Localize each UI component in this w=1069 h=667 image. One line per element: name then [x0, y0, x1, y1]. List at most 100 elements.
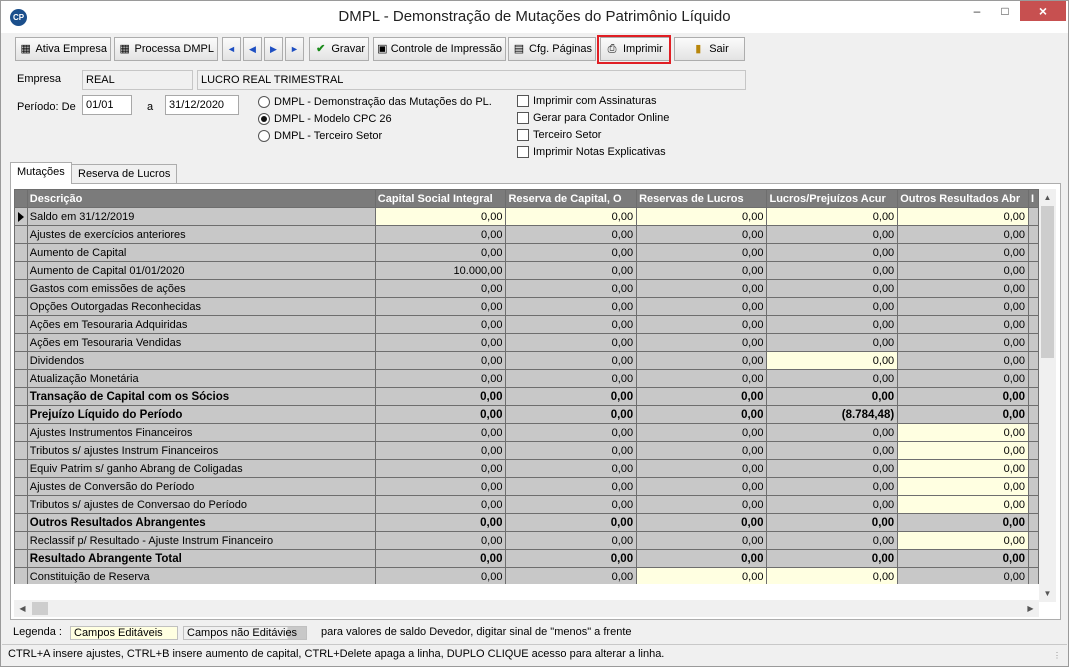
cell-reserva-capital[interactable]: 0,00: [505, 513, 638, 532]
scroll-left-icon[interactable]: ◀: [14, 600, 31, 617]
imprimir-assinaturas-checkbox[interactable]: Imprimir com Assinaturas: [517, 95, 656, 107]
cell-descricao[interactable]: Reclassif p/ Resultado - Ajuste Instrum …: [26, 531, 376, 550]
horizontal-scroll-thumb[interactable]: [32, 602, 48, 615]
cell-reserva-capital[interactable]: 0,00: [505, 567, 638, 584]
cell-lucros-prejuizos[interactable]: 0,00: [766, 351, 899, 370]
cell-reserva-capital[interactable]: 0,00: [505, 297, 638, 316]
row-indicator[interactable]: [14, 297, 28, 316]
cell-outros-resultados[interactable]: 0,00: [897, 531, 1029, 550]
row-indicator[interactable]: [14, 549, 28, 568]
cell-lucros-prejuizos[interactable]: 0,00: [766, 531, 899, 550]
cell-lucros-prejuizos[interactable]: 0,00: [766, 243, 899, 262]
scroll-down-icon[interactable]: ▼: [1039, 585, 1056, 602]
cell-capital-social[interactable]: 0,00: [374, 549, 507, 568]
row-indicator[interactable]: [14, 567, 28, 584]
cell-reservas-lucros[interactable]: 0,00: [636, 261, 768, 280]
cell-outros-resultados[interactable]: 0,00: [897, 549, 1029, 568]
col-header-descricao[interactable]: Descrição: [26, 189, 376, 208]
tab-mutacoes[interactable]: Mutações: [10, 162, 72, 184]
cell-outros-resultados[interactable]: 0,00: [897, 369, 1029, 388]
cell-lucros-prejuizos[interactable]: 0,00: [766, 279, 899, 298]
cell-outros-resultados[interactable]: 0,00: [897, 495, 1029, 514]
table-row[interactable]: Outros Resultados Abrangentes 0,00 0,00 0,0…: [14, 513, 1039, 532]
table-row[interactable]: Ações em Tesouraria Adquiridas 0,00 0,00 0,…: [14, 315, 1039, 334]
periodo-ate-input[interactable]: 31/12/2020: [165, 95, 239, 115]
table-row[interactable]: Resultado Abrangente Total 0,00 0,00 0,00 0,…: [14, 549, 1039, 568]
table-row[interactable]: Ações em Tesouraria Vendidas 0,00 0,00 0,00…: [14, 333, 1039, 352]
cell-lucros-prejuizos[interactable]: 0,00: [766, 513, 899, 532]
col-header-outros-resultados[interactable]: Outros Resultados Abr: [897, 189, 1029, 208]
cell-reserva-capital[interactable]: 0,00: [505, 477, 638, 496]
table-row[interactable]: Prejuízo Líquido do Período 0,00 0,00 0,00(…: [14, 405, 1039, 424]
cell-reservas-lucros[interactable]: 0,00: [636, 531, 768, 550]
cell-reservas-lucros[interactable]: 0,00: [636, 207, 768, 226]
cell-lucros-prejuizos[interactable]: (8.784,48): [766, 405, 899, 424]
empresa-code-field[interactable]: REAL: [82, 70, 193, 90]
cell-reserva-capital[interactable]: 0,00: [505, 369, 638, 388]
cell-reservas-lucros[interactable]: 0,00: [636, 369, 768, 388]
cell-outros-resultados[interactable]: 0,00: [897, 225, 1029, 244]
cell-reservas-lucros[interactable]: 0,00: [636, 225, 768, 244]
cell-reservas-lucros[interactable]: 0,00: [636, 495, 768, 514]
horizontal-scrollbar[interactable]: ◀ ▶: [14, 600, 1039, 617]
cell-descricao[interactable]: Outros Resultados Abrangentes: [26, 513, 376, 532]
row-indicator[interactable]: [14, 405, 28, 424]
cell-reservas-lucros[interactable]: 0,00: [636, 459, 768, 478]
cell-descricao[interactable]: Tributos s/ ajustes Instrum Financeiros: [26, 441, 376, 460]
gerar-contador-online-checkbox[interactable]: Gerar para Contador Online: [517, 112, 669, 124]
table-row[interactable]: Aumento de Capital 0,00 0,00 0,00 0,00 0,00: [14, 243, 1039, 262]
cell-reservas-lucros[interactable]: 0,00: [636, 477, 768, 496]
row-indicator[interactable]: [14, 207, 28, 226]
cell-capital-social[interactable]: 0,00: [374, 315, 507, 334]
gravar-button[interactable]: ✔ Gravar: [309, 37, 369, 61]
cell-outros-resultados[interactable]: 0,00: [897, 387, 1029, 406]
cell-descricao[interactable]: Aumento de Capital 01/01/2020: [26, 261, 376, 280]
minimize-button[interactable]: –: [963, 1, 991, 21]
resize-grip-icon[interactable]: ⋮: [1053, 651, 1063, 661]
cell-reserva-capital[interactable]: 0,00: [505, 549, 638, 568]
first-record-button[interactable]: ◄: [222, 37, 241, 61]
cell-descricao[interactable]: Atualização Monetária: [26, 369, 376, 388]
cell-lucros-prejuizos[interactable]: 0,00: [766, 333, 899, 352]
cell-reserva-capital[interactable]: 0,00: [505, 423, 638, 442]
cell-lucros-prejuizos[interactable]: 0,00: [766, 423, 899, 442]
cell-lucros-prejuizos[interactable]: 0,00: [766, 441, 899, 460]
cell-capital-social[interactable]: 0,00: [374, 369, 507, 388]
cell-outros-resultados[interactable]: 0,00: [897, 459, 1029, 478]
cell-descricao[interactable]: Resultado Abrangente Total: [26, 549, 376, 568]
cell-capital-social[interactable]: 0,00: [374, 441, 507, 460]
cell-capital-social[interactable]: 0,00: [374, 531, 507, 550]
cell-outros-resultados[interactable]: 0,00: [897, 261, 1029, 280]
cell-outros-resultados[interactable]: 0,00: [897, 351, 1029, 370]
ativa-empresa-button[interactable]: ▦ Ativa Empresa: [15, 37, 111, 61]
col-header-capital-social[interactable]: Capital Social Integral: [374, 189, 507, 208]
cell-reserva-capital[interactable]: 0,00: [505, 351, 638, 370]
table-row[interactable]: Ajustes de exercícios anteriores 0,00 0,00…: [14, 225, 1039, 244]
radio-dmpl-cpc26[interactable]: DMPL - Modelo CPC 26: [258, 113, 392, 125]
cell-lucros-prejuizos[interactable]: 0,00: [766, 297, 899, 316]
processa-dmpl-button[interactable]: ▦ Processa DMPL: [114, 37, 218, 61]
table-row[interactable]: Transação de Capital com os Sócios 0,00 0,…: [14, 387, 1039, 406]
cell-descricao[interactable]: Ajustes de Conversão do Período: [26, 477, 376, 496]
table-row[interactable]: Atualização Monetária 0,00 0,00 0,00 0,00 0,0…: [14, 369, 1039, 388]
cell-reserva-capital[interactable]: 0,00: [505, 459, 638, 478]
row-indicator[interactable]: [14, 369, 28, 388]
cell-lucros-prejuizos[interactable]: 0,00: [766, 567, 899, 584]
row-indicator[interactable]: [14, 423, 28, 442]
table-row[interactable]: Gastos com emissões de ações 0,00 0,00 0,00…: [14, 279, 1039, 298]
cell-capital-social[interactable]: 0,00: [374, 351, 507, 370]
cell-outros-resultados[interactable]: 0,00: [897, 333, 1029, 352]
table-row[interactable]: Aumento de Capital 01/01/2020 10.000,00 0,…: [14, 261, 1039, 280]
cell-reserva-capital[interactable]: 0,00: [505, 243, 638, 262]
table-row[interactable]: Dividendos 0,00 0,00 0,00 0,00 0,00: [14, 351, 1039, 370]
cell-outros-resultados[interactable]: 0,00: [897, 315, 1029, 334]
radio-dmpl-demonstracao[interactable]: DMPL - Demonstração das Mutações do PL.: [258, 96, 492, 108]
cell-reservas-lucros[interactable]: 0,00: [636, 423, 768, 442]
table-row[interactable]: Ajustes Instrumentos Financeiros 0,00 0,00…: [14, 423, 1039, 442]
close-button[interactable]: ×: [1020, 1, 1066, 21]
col-header-reservas-lucros[interactable]: Reservas de Lucros: [636, 189, 768, 208]
cell-capital-social[interactable]: 0,00: [374, 387, 507, 406]
row-indicator[interactable]: [14, 513, 28, 532]
row-indicator[interactable]: [14, 279, 28, 298]
cell-outros-resultados[interactable]: 0,00: [897, 207, 1029, 226]
